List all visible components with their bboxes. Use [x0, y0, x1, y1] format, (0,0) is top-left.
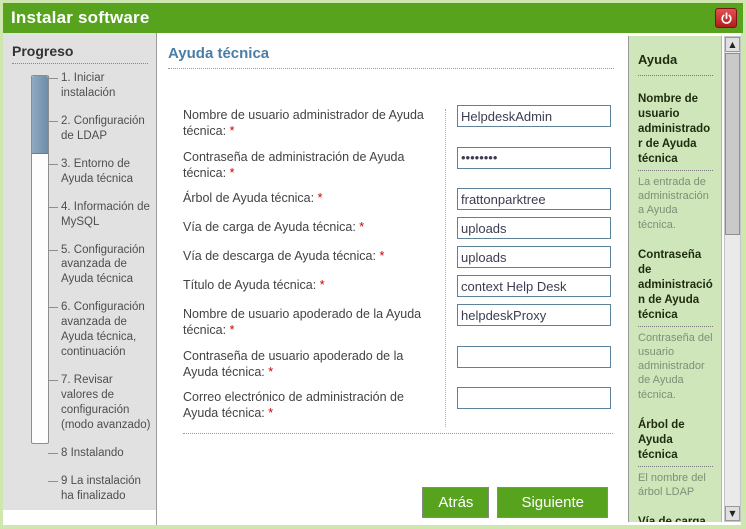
- form-row: Nombre de usuario apoderado de la Ayuda …: [183, 304, 613, 339]
- form-row: Título de Ayuda técnica: *: [183, 275, 613, 297]
- required-marker: *: [317, 191, 323, 205]
- progress-step-5: 5. Configuración avanzada de Ayuda técni…: [48, 243, 153, 288]
- field-label: Vía de descarga de Ayuda técnica: *: [183, 249, 385, 263]
- required-marker: *: [268, 364, 274, 379]
- progress-step-6: 6. Configuración avanzada de Ayuda técni…: [48, 300, 153, 360]
- admin-password-input[interactable]: [457, 146, 611, 169]
- progress-step-8: 8 Instalando: [48, 446, 153, 461]
- window-body: Progreso 1. Iniciar instalación 2. Confi…: [3, 33, 741, 525]
- progress-sidebar: Progreso 1. Iniciar instalación 2. Confi…: [3, 33, 157, 525]
- help-entry-body: El nombre del árbol LDAP: [638, 471, 706, 499]
- progress-bar-fill: [32, 76, 48, 155]
- progress-step-9: 9 La instalación ha finalizado: [48, 474, 153, 504]
- required-marker: *: [229, 165, 235, 180]
- back-button[interactable]: Atrás: [422, 487, 490, 518]
- progress-step-7: 7. Revisar valores de configuración (mod…: [48, 373, 153, 433]
- form-row: Nombre de usuario administrador de Ayuda…: [183, 105, 613, 140]
- main-panel: Ayuda técnica Nombre de usuario administ…: [157, 33, 626, 525]
- arrow-down-icon: ▼: [729, 509, 736, 518]
- help-entry-body: La entrada de administración a Ayuda téc…: [638, 175, 709, 231]
- admin-email-input[interactable]: [457, 387, 611, 409]
- progress-bar: [31, 75, 49, 444]
- help-entry: Nombre de usuario administrador de Ayuda…: [638, 92, 713, 232]
- progress-step-2: 2. Configuración de LDAP: [48, 114, 153, 144]
- help-scrollbar[interactable]: ▲ ▼: [724, 36, 741, 522]
- window-title: Instalar software: [11, 8, 150, 27]
- field-label: Correo electrónico de administración de …: [183, 390, 404, 421]
- required-marker: *: [359, 220, 365, 234]
- installer-window: Instalar software Progreso 1. Iniciar in…: [0, 0, 746, 529]
- field-label: Nombre de usuario apoderado de la Ayuda …: [183, 307, 422, 338]
- help-title: Ayuda: [638, 52, 713, 76]
- wizard-buttons: Atrás Siguiente: [422, 487, 608, 518]
- form-row: Vía de carga de Ayuda técnica: *: [183, 217, 613, 239]
- progress-steps: 1. Iniciar instalación 2. Configuración …: [48, 71, 153, 517]
- required-marker: *: [379, 249, 385, 263]
- field-label: Árbol de Ayuda técnica: *: [183, 191, 323, 205]
- scroll-down-button[interactable]: ▼: [725, 506, 740, 521]
- progress-step-3: 3. Entorno de Ayuda técnica: [48, 157, 153, 187]
- proxy-username-input[interactable]: [457, 304, 611, 326]
- required-marker: *: [229, 124, 235, 139]
- title-bar: Instalar software: [3, 3, 743, 33]
- help-entry-heading: Vía de carga de Ayuda técnica: [638, 515, 713, 522]
- download-path-input[interactable]: [457, 246, 611, 268]
- admin-username-input[interactable]: [457, 105, 611, 127]
- field-label: Título de Ayuda técnica: *: [183, 278, 325, 292]
- help-entry-heading: Árbol de Ayuda técnica: [638, 418, 713, 467]
- help-entry-heading: Nombre de usuario administrador de Ayuda…: [638, 92, 713, 171]
- form-row: Árbol de Ayuda técnica: *: [183, 188, 613, 210]
- page-title: Ayuda técnica: [168, 45, 614, 69]
- field-label: Contraseña de administración de Ayuda té…: [183, 149, 405, 180]
- form-row: Vía de descarga de Ayuda técnica: *: [183, 246, 613, 268]
- form-row: Correo electrónico de administración de …: [183, 387, 613, 422]
- scroll-up-button[interactable]: ▲: [725, 37, 740, 52]
- field-label: Nombre de usuario administrador de Ayuda…: [183, 108, 424, 139]
- helpdesk-tree-input[interactable]: [457, 188, 611, 210]
- power-button[interactable]: [715, 8, 737, 28]
- required-marker: *: [319, 278, 325, 292]
- form-row: Contraseña de administración de Ayuda té…: [183, 146, 613, 182]
- help-entry: Árbol de Ayuda técnica El nombre del árb…: [638, 418, 713, 499]
- help-entry-body: Contraseña del usuario administrador de …: [638, 331, 713, 401]
- help-entry: Contraseña de administración de Ayuda té…: [638, 248, 713, 402]
- upload-path-input[interactable]: [457, 217, 611, 239]
- progress-title: Progreso: [12, 43, 148, 64]
- required-marker: *: [268, 406, 274, 421]
- proxy-password-input[interactable]: [457, 345, 611, 368]
- required-marker: *: [229, 323, 235, 338]
- help-sidebar: Ayuda Nombre de usuario administrador de…: [628, 36, 722, 522]
- column-divider: [445, 109, 446, 427]
- arrow-up-icon: ▲: [729, 40, 736, 49]
- helpdesk-form: Nombre de usuario administrador de Ayuda…: [183, 105, 613, 434]
- helpdesk-title-input[interactable]: [457, 275, 611, 297]
- field-label: Vía de carga de Ayuda técnica: *: [183, 220, 365, 234]
- help-entry-heading: Contraseña de administración de Ayuda té…: [638, 248, 713, 327]
- scrollbar-track[interactable]: [725, 52, 740, 506]
- scrollbar-thumb[interactable]: [725, 53, 740, 235]
- field-label: Contraseña de usuario apoderado de la Ay…: [183, 348, 404, 379]
- form-row: Contraseña de usuario apoderado de la Ay…: [183, 345, 613, 381]
- progress-step-1: 1. Iniciar instalación: [48, 71, 153, 101]
- progress-step-4: 4. Información de MySQL: [48, 200, 153, 230]
- next-button[interactable]: Siguiente: [497, 487, 608, 518]
- help-entry: Vía de carga de Ayuda técnica Directorio…: [638, 515, 713, 522]
- power-icon: [720, 11, 733, 25]
